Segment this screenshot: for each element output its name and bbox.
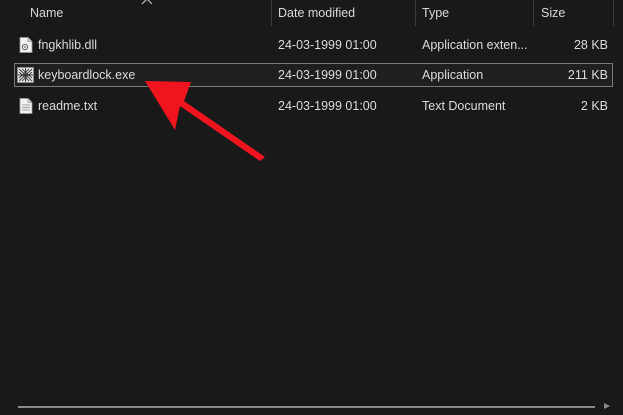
file-date-modified: 24-03-1999 01:00 — [278, 99, 377, 113]
file-size: 28 KB — [573, 38, 608, 52]
column-header-name[interactable]: Name — [24, 0, 270, 26]
file-date-modified: 24-03-1999 01:00 — [278, 68, 377, 82]
scroll-right-arrow-icon[interactable] — [602, 402, 612, 410]
file-date-modified: 24-03-1999 01:00 — [278, 38, 377, 52]
column-header-bar: Name Date modified Type Size — [0, 0, 623, 26]
file-type: Application exten... — [422, 38, 528, 52]
file-row[interactable]: fngkhlib.dll 24-03-1999 01:00 Applicatio… — [14, 33, 613, 57]
file-row-selected[interactable]: keyboardlock.exe 24-03-1999 01:00 Applic… — [14, 63, 613, 87]
dll-file-icon — [19, 37, 33, 53]
file-type: Application — [422, 68, 484, 82]
file-explorer-list: Name Date modified Type Size fngkhlib.dl… — [0, 0, 623, 415]
file-type: Text Document — [422, 99, 506, 113]
file-name: keyboardlock.exe — [38, 68, 136, 82]
column-header-type[interactable]: Type — [416, 0, 533, 26]
exe-file-icon — [17, 67, 34, 83]
file-name: fngkhlib.dll — [38, 38, 98, 52]
column-header-size[interactable]: Size — [535, 0, 613, 26]
file-size: 2 KB — [580, 99, 608, 113]
file-name: readme.txt — [38, 99, 98, 113]
column-divider[interactable] — [613, 0, 614, 26]
text-file-icon — [19, 98, 33, 114]
column-divider[interactable] — [533, 0, 534, 26]
file-row[interactable]: readme.txt 24-03-1999 01:00 Text Documen… — [14, 94, 613, 118]
file-size: 211 KB — [567, 68, 608, 82]
horizontal-scrollbar[interactable] — [18, 406, 595, 408]
column-header-date-modified[interactable]: Date modified — [272, 0, 414, 26]
